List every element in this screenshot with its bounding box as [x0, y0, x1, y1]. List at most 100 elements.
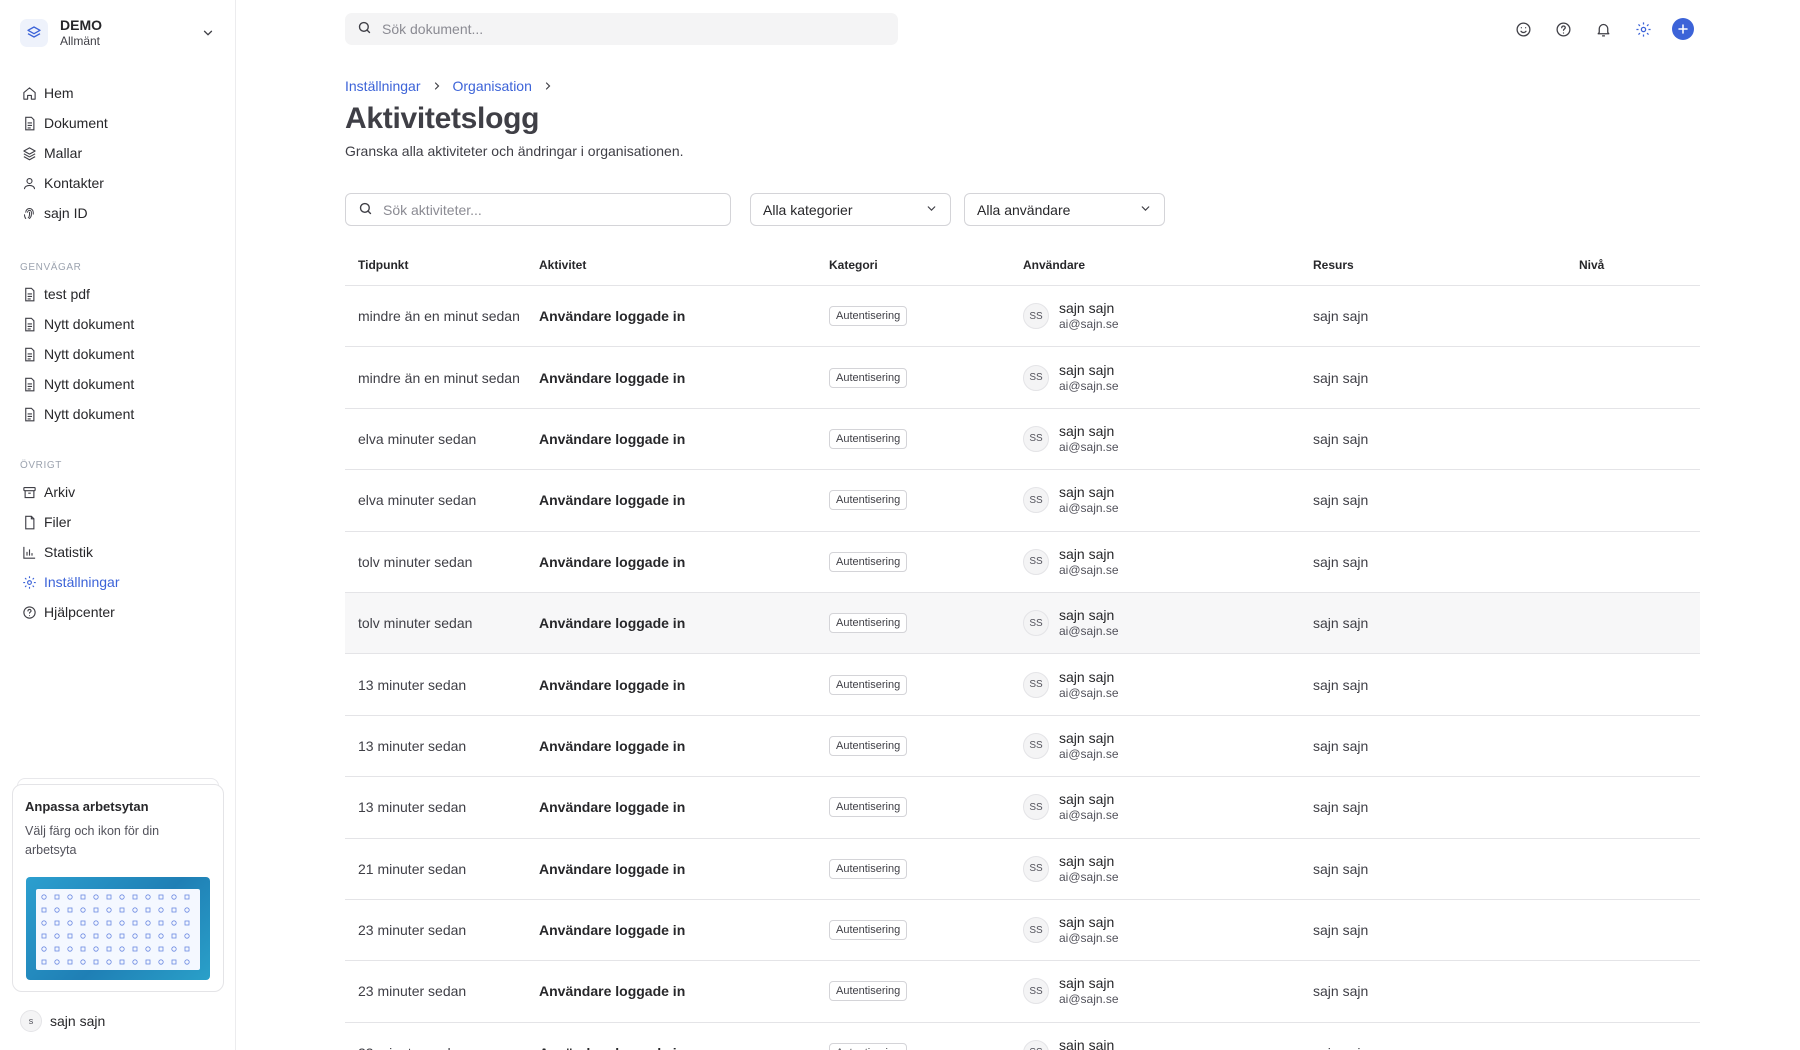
table-row[interactable]: 13 minuter sedan Användare loggade in Au… — [345, 654, 1700, 716]
nav-label: Hjälpcenter — [44, 604, 115, 620]
workspace-switcher[interactable]: DEMO Allmänt — [20, 16, 216, 50]
row-resource: sajn sajn — [1313, 615, 1369, 632]
nav-label: sajn ID — [44, 205, 88, 221]
document-icon — [20, 285, 38, 303]
row-user: SS sajn sajn ai@sajn.se — [1023, 300, 1119, 332]
category-filter-dropdown[interactable]: Alla kategorier — [750, 193, 951, 226]
column-header-level[interactable]: Nivå — [1579, 258, 1604, 272]
nav-item-help-center[interactable]: Hjälpcenter — [12, 597, 224, 627]
breadcrumb-organisation[interactable]: Organisation — [453, 78, 532, 94]
column-header-activity[interactable]: Aktivitet — [539, 258, 586, 272]
row-resource: sajn sajn — [1313, 676, 1369, 693]
home-icon — [20, 84, 38, 102]
row-resource: sajn sajn — [1313, 1045, 1368, 1050]
workspace-subtitle: Allmänt — [60, 34, 101, 48]
table-row[interactable]: tolv minuter sedan Användare loggade in … — [345, 532, 1700, 593]
row-activity: Användare loggade in — [539, 676, 686, 693]
shortcut-item[interactable]: Nytt dokument — [12, 399, 224, 429]
shortcuts-nav: test pdf Nytt dokument Nytt dokument Nyt… — [12, 279, 224, 429]
page-subtitle: Granska alla aktiviteter och ändringar i… — [345, 143, 684, 159]
user-name: sajn sajn — [1059, 791, 1115, 808]
category-badge: Autentisering — [829, 1042, 908, 1050]
row-time: 23 minuter sedan — [358, 983, 467, 1000]
avatar: SS — [1023, 917, 1049, 944]
gear-icon[interactable] — [1632, 18, 1654, 40]
row-activity: Användare loggade in — [539, 737, 686, 754]
bar-chart-icon — [20, 543, 38, 561]
column-header-time[interactable]: Tidpunkt — [358, 258, 408, 272]
help-icon[interactable] — [1552, 18, 1574, 40]
breadcrumb: Inställningar Organisation — [345, 78, 564, 94]
nav-item-templates[interactable]: Mallar — [12, 138, 224, 168]
shortcut-item[interactable]: Nytt dokument — [12, 369, 224, 399]
smiley-icon[interactable] — [1512, 18, 1534, 40]
document-search[interactable] — [345, 13, 898, 45]
customize-workspace-card[interactable]: Anpassa arbetsytan Välj färg och ikon fö… — [12, 784, 224, 992]
shortcut-item[interactable]: Nytt dokument — [12, 339, 224, 369]
row-user: SS sajn sajn ai@sajn.se — [1023, 362, 1119, 394]
avatar: SS — [1023, 425, 1049, 452]
user-filter-dropdown[interactable]: Alla användare — [964, 193, 1165, 226]
nav-item-documents[interactable]: Dokument — [12, 108, 224, 138]
row-time: 13 minuter sedan — [358, 676, 467, 693]
nav-item-archive[interactable]: Arkiv — [12, 477, 224, 507]
activity-search-input[interactable] — [383, 201, 718, 218]
table-row[interactable]: 13 minuter sedan Användare loggade in Au… — [345, 716, 1700, 778]
row-resource: sajn sajn — [1313, 553, 1369, 570]
table-row[interactable]: mindre än en minut sedan Användare logga… — [345, 347, 1700, 409]
current-user-menu[interactable]: s sajn sajn — [20, 1010, 105, 1032]
row-user: SS sajn sajn ai@sajn.se — [1023, 1037, 1119, 1050]
category-badge: Autentisering — [829, 981, 908, 1002]
table-row[interactable]: 23 minuter sedan Användare loggade in Au… — [345, 961, 1700, 1023]
document-search-input[interactable] — [382, 21, 869, 37]
user-name: sajn sajn — [1059, 361, 1115, 378]
archive-icon — [20, 483, 38, 501]
table-row[interactable]: 23 minuter sedan Användare loggade in Au… — [345, 900, 1700, 962]
document-icon — [20, 345, 38, 363]
nav-item-home[interactable]: Hem — [12, 78, 224, 108]
plus-icon[interactable] — [1672, 18, 1694, 40]
breadcrumb-settings[interactable]: Inställningar — [345, 78, 421, 94]
row-category: Autentisering — [829, 306, 908, 327]
row-resource: sajn sajn — [1313, 308, 1369, 325]
nav-item-settings[interactable]: Inställningar — [12, 567, 224, 597]
avatar: SS — [1023, 303, 1049, 330]
table-row[interactable]: 13 minuter sedan Användare loggade in Au… — [345, 777, 1700, 839]
category-badge: Autentisering — [829, 428, 908, 449]
activity-search[interactable] — [345, 193, 731, 226]
bell-icon[interactable] — [1592, 18, 1614, 40]
avatar: SS — [1023, 364, 1049, 391]
search-icon — [358, 201, 373, 219]
column-header-user[interactable]: Användare — [1023, 258, 1085, 272]
table-row[interactable]: 21 minuter sedan Användare loggade in Au… — [345, 839, 1700, 900]
row-time: 21 minuter sedan — [358, 860, 467, 877]
icon-grid-preview-image — [26, 877, 210, 980]
nav-label: Mallar — [44, 145, 83, 161]
shortcut-item[interactable]: test pdf — [12, 279, 224, 309]
column-header-resource[interactable]: Resurs — [1313, 258, 1354, 272]
row-category: Autentisering — [829, 551, 908, 572]
row-time: 23 minuter sedan — [358, 1045, 466, 1050]
chevron-down-icon — [1139, 202, 1152, 218]
nav-item-sajn-id[interactable]: sajn ID — [12, 198, 224, 228]
table-row[interactable]: elva minuter sedan Användare loggade in … — [345, 470, 1700, 532]
table-row[interactable]: mindre än en minut sedan Användare logga… — [345, 286, 1700, 348]
shortcut-label: Nytt dokument — [44, 406, 135, 422]
row-resource: sajn sajn — [1313, 430, 1369, 447]
nav-item-statistics[interactable]: Statistik — [12, 537, 224, 567]
nav-label: Hem — [44, 85, 74, 101]
shortcut-item[interactable]: Nytt dokument — [12, 309, 224, 339]
nav-item-files[interactable]: Filer — [12, 507, 224, 537]
category-badge: Autentisering — [829, 674, 908, 695]
row-category: Autentisering — [829, 428, 908, 449]
column-header-category[interactable]: Kategori — [829, 258, 878, 272]
table-row[interactable]: elva minuter sedan Användare loggade in … — [345, 409, 1700, 471]
layers-icon — [20, 144, 38, 162]
shortcut-label: Nytt dokument — [44, 346, 135, 362]
current-user-name: sajn sajn — [50, 1013, 106, 1029]
table-row[interactable]: tolv minuter sedan Användare loggade in … — [345, 592, 1700, 655]
category-badge: Autentisering — [829, 735, 908, 756]
table-row[interactable]: 23 minuter sedan Användare loggade in Au… — [345, 1023, 1700, 1050]
nav-item-contacts[interactable]: Kontakter — [12, 168, 224, 198]
row-activity: Användare loggade in — [539, 983, 686, 1000]
